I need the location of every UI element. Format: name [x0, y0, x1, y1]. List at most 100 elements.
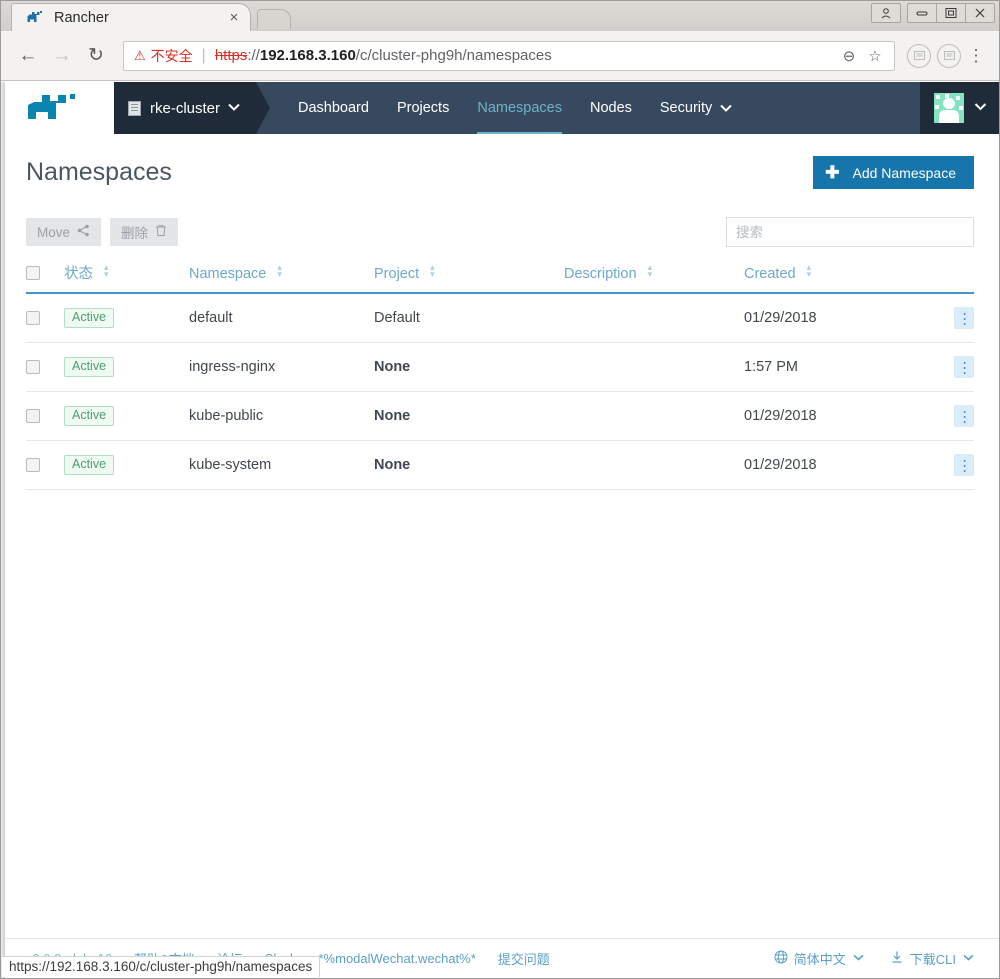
url-scheme-rest: :// — [247, 47, 260, 64]
namespaces-table: 状态 ▴ ▾ Namespace ▴ ▾ Project ▴ ▾ Descript — [26, 256, 974, 490]
page-header: Namespaces ✚ Add Namespace — [26, 134, 974, 207]
table-row[interactable]: Active kube-system None 01/29/2018 ⋮ — [26, 440, 974, 490]
bookmark-star-icon[interactable]: ☆ — [864, 47, 886, 65]
topnav-links: Dashboard Projects Namespaces Nodes Secu… — [284, 82, 746, 134]
table-row[interactable]: Active kube-public None 01/29/2018 ⋮ — [26, 391, 974, 441]
col-header-description[interactable]: Description ▴ ▾ — [564, 256, 744, 294]
url-host: 192.168.3.160 — [259, 47, 356, 64]
nav-label: Dashboard — [298, 100, 369, 116]
row-select-cell — [26, 293, 64, 343]
table-header: 状态 ▴ ▾ Namespace ▴ ▾ Project ▴ ▾ Descript — [26, 256, 974, 294]
zoom-out-icon[interactable]: ⊖ — [838, 47, 860, 65]
row-namespace-cell[interactable]: ingress-nginx — [189, 342, 374, 392]
reload-icon[interactable]: ↻ — [81, 41, 111, 71]
cluster-icon — [128, 100, 141, 116]
browser-tab-rancher[interactable]: Rancher × — [11, 3, 251, 31]
table-header-row: 状态 ▴ ▾ Namespace ▴ ▾ Project ▴ ▾ Descript — [26, 256, 974, 294]
page-viewport: rke-cluster Dashboard Projects Namespace… — [1, 82, 999, 978]
status-badge: Active — [64, 357, 115, 377]
tab-close-icon[interactable]: × — [226, 10, 242, 25]
security-warning-label: 不安全 — [150, 47, 193, 64]
col-header-created[interactable]: Created ▴ ▾ — [744, 256, 928, 294]
col-label: Description — [564, 265, 637, 282]
browser-window: Rancher × ← → ↻ ⚠ 不安全 | https://192.168.… — [0, 0, 1000, 979]
extension-icon-2[interactable] — [937, 43, 961, 68]
browser-toolbar: ← → ↻ ⚠ 不安全 | https://192.168.3.160/c/cl… — [1, 31, 999, 81]
row-actions-cell: ⋮ — [928, 342, 974, 392]
col-label: Project — [374, 265, 420, 282]
row-checkbox[interactable] — [26, 360, 40, 375]
chevron-down-icon — [853, 953, 864, 964]
row-project-cell: Default — [374, 293, 564, 343]
rancher-logo[interactable] — [1, 82, 114, 134]
forward-icon[interactable]: → — [47, 41, 77, 71]
url-path: /c/cluster-phg9h/namespaces — [355, 47, 552, 64]
row-menu-button[interactable]: ⋮ — [954, 454, 974, 476]
user-menu[interactable] — [920, 82, 999, 134]
row-menu-button[interactable]: ⋮ — [954, 405, 974, 427]
profile-icon[interactable] — [871, 3, 901, 23]
language-selector[interactable]: 简体中文 — [774, 949, 864, 968]
language-label: 简体中文 — [793, 952, 846, 967]
sort-icon: ▴ ▾ — [104, 262, 109, 279]
table-body: Active default Default 01/29/2018 ⋮ Acti… — [26, 293, 974, 490]
select-all-checkbox[interactable] — [26, 265, 40, 280]
nav-link-dashboard[interactable]: Dashboard — [284, 82, 383, 134]
move-button[interactable]: Move — [26, 218, 102, 246]
address-bar[interactable]: ⚠ 不安全 | https://192.168.3.160/c/cluster-… — [123, 40, 895, 71]
table-row[interactable]: Active ingress-nginx None 1:57 PM ⋮ — [26, 342, 974, 392]
row-checkbox[interactable] — [26, 311, 40, 326]
extension-icon-1[interactable] — [907, 43, 931, 68]
table-row[interactable]: Active default Default 01/29/2018 ⋮ — [26, 293, 974, 343]
row-created-cell: 01/29/2018 — [744, 440, 928, 490]
download-cli-label: 下载CLI — [909, 952, 956, 967]
row-project-cell: None — [374, 440, 564, 490]
row-checkbox[interactable] — [26, 458, 40, 473]
maximize-icon[interactable] — [936, 3, 966, 23]
cluster-name: rke-cluster — [150, 99, 221, 117]
window-controls — [871, 3, 995, 23]
nav-link-security[interactable]: Security — [646, 82, 746, 134]
avatar — [934, 93, 964, 123]
url-text: https://192.168.3.160/c/cluster-phg9h/na… — [215, 47, 834, 64]
row-namespace-cell[interactable]: kube-public — [189, 391, 374, 441]
row-project-cell: None — [374, 342, 564, 392]
row-namespace-cell[interactable]: kube-system — [189, 440, 374, 490]
nav-link-nodes[interactable]: Nodes — [576, 82, 646, 134]
col-header-namespace[interactable]: Namespace ▴ ▾ — [189, 256, 374, 294]
row-menu-button[interactable]: ⋮ — [954, 356, 974, 378]
security-warning[interactable]: ⚠ 不安全 — [134, 46, 193, 66]
browser-menu-icon[interactable]: ⋮ — [965, 46, 987, 66]
download-cli-button[interactable]: 下载CLI — [890, 949, 974, 968]
nav-link-namespaces[interactable]: Namespaces — [463, 82, 576, 134]
cluster-selector[interactable]: rke-cluster — [114, 82, 271, 134]
row-description-cell — [564, 342, 744, 392]
row-state-cell: Active — [64, 440, 189, 490]
footer-link-file-issue[interactable]: 提交问题 — [498, 949, 550, 968]
close-icon[interactable] — [965, 3, 995, 23]
row-project-cell: None — [374, 391, 564, 441]
status-badge: Active — [64, 308, 115, 328]
sort-icon: ▴ ▾ — [277, 261, 282, 279]
sort-icon: ▴ ▾ — [647, 261, 653, 279]
browser-titlebar: Rancher × — [1, 1, 999, 31]
row-menu-button[interactable]: ⋮ — [954, 307, 974, 329]
delete-button[interactable]: 删除 — [110, 218, 179, 246]
nav-link-projects[interactable]: Projects — [383, 82, 463, 134]
minimize-icon[interactable] — [907, 3, 937, 23]
back-icon[interactable]: ← — [13, 41, 43, 71]
row-created-cell: 1:57 PM — [744, 342, 928, 392]
footer-link-wechat[interactable]: *%modalWechat.wechat%* — [319, 951, 476, 966]
footer-right: 简体中文 下载CLI — [748, 949, 974, 968]
row-checkbox[interactable] — [26, 409, 40, 424]
col-header-project[interactable]: Project ▴ ▾ — [374, 256, 564, 294]
table-toolbar: Move 删除 — [26, 207, 974, 256]
new-tab-button[interactable] — [257, 9, 291, 29]
sort-icon: ▴ ▾ — [430, 261, 435, 279]
search-input[interactable] — [726, 217, 974, 247]
add-namespace-button[interactable]: ✚ Add Namespace — [813, 156, 974, 189]
status-badge: Active — [64, 406, 115, 426]
col-header-state[interactable]: 状态 ▴ ▾ — [64, 256, 189, 294]
row-namespace-cell[interactable]: default — [189, 293, 374, 343]
